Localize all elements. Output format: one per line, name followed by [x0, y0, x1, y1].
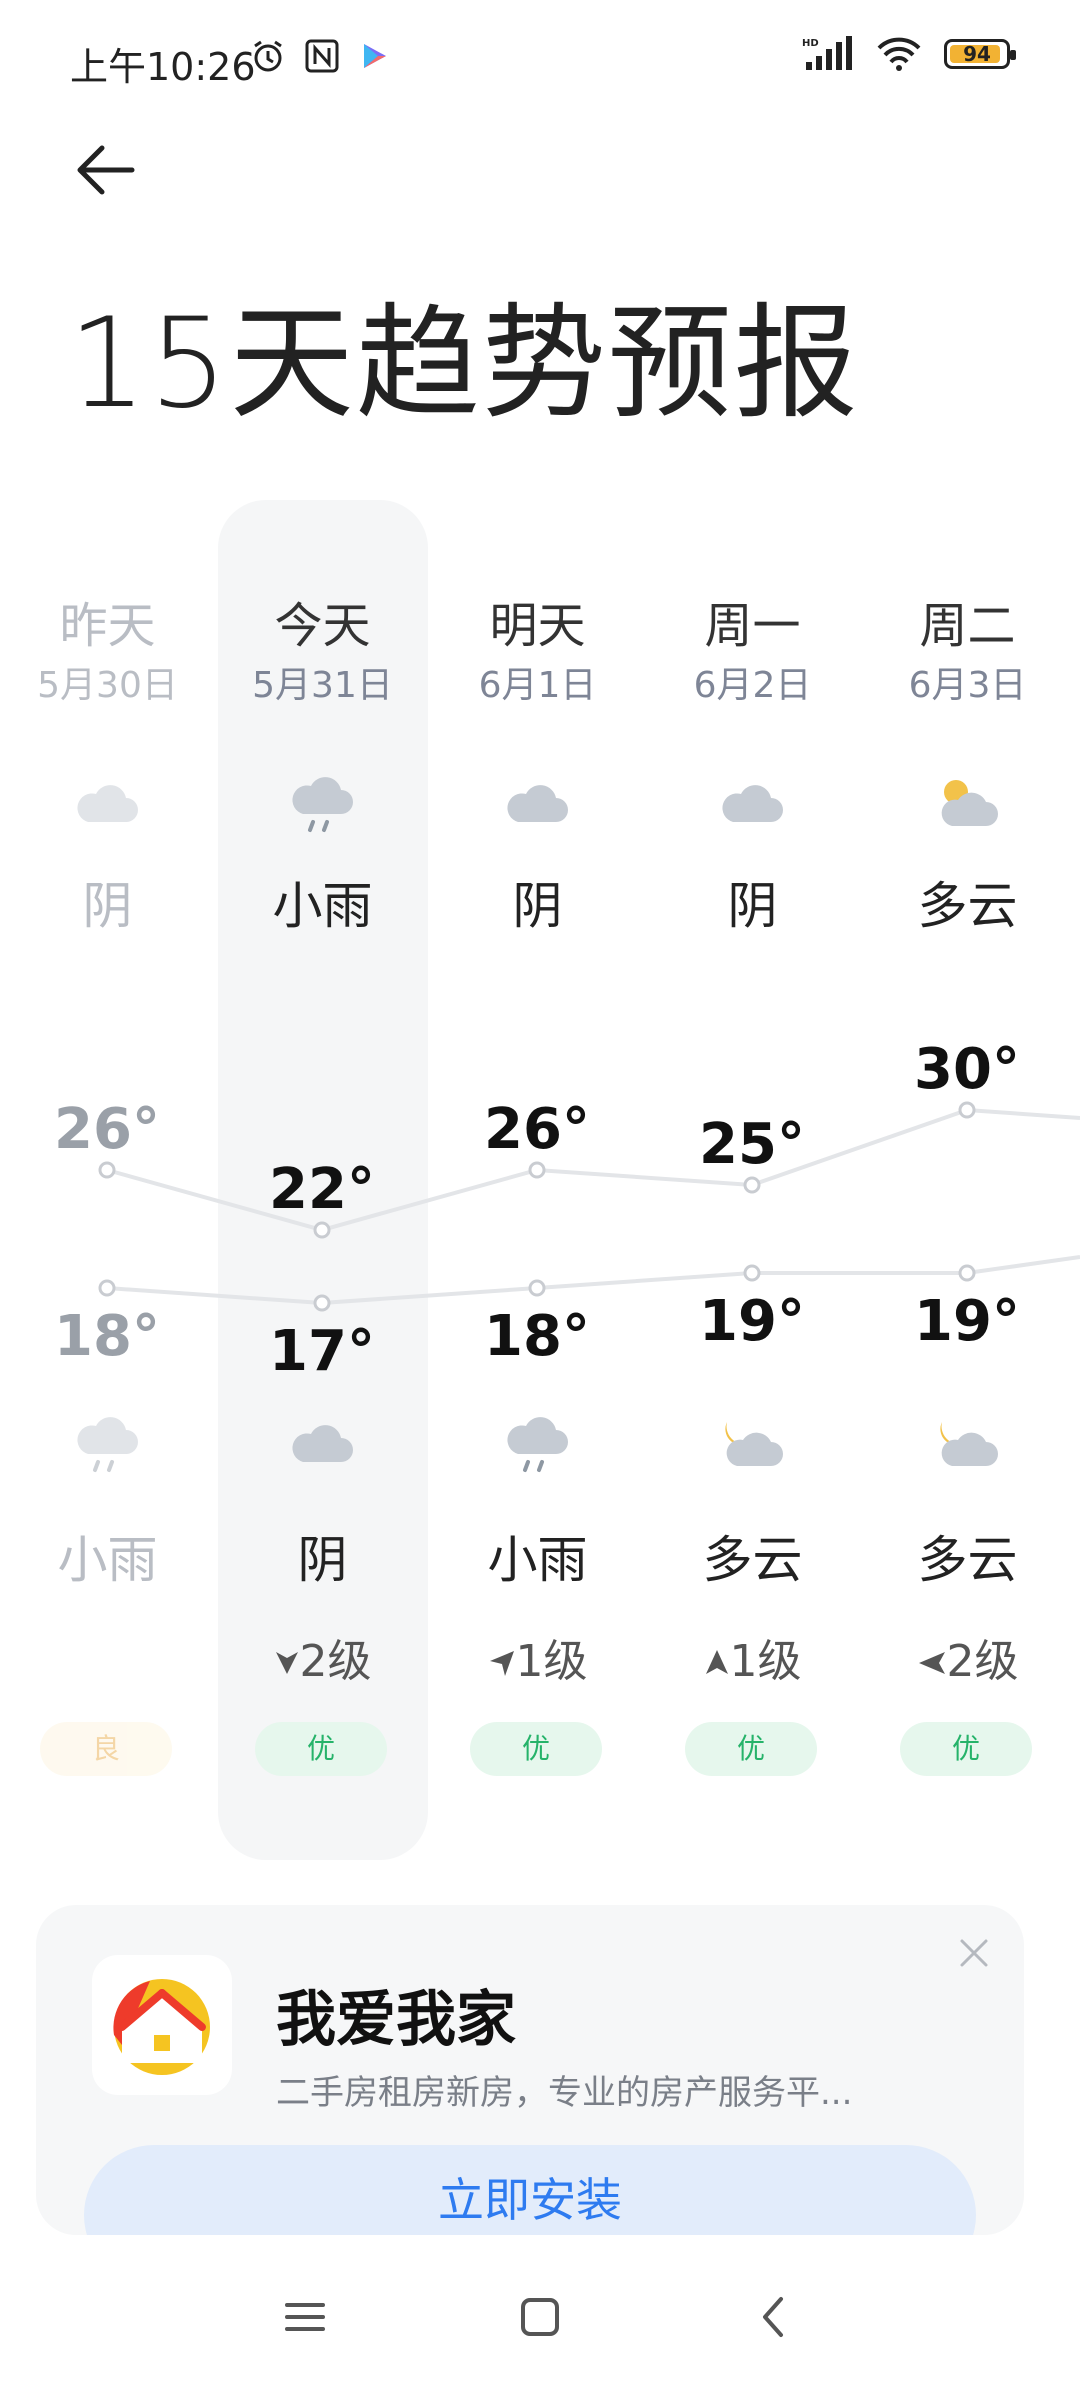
app-description: 二手房租房新房，专业的房产服务平... [276, 2073, 853, 2113]
aqi-badge: 优 [470, 1722, 602, 1776]
day-condition: 阴 [727, 877, 778, 935]
night-condition: 小雨 [487, 1531, 588, 1589]
aqi-badge: 良 [40, 1722, 172, 1776]
forecast-day-yesterday[interactable]: 昨天 5月30日 阴 小雨 良 [0, 500, 215, 1870]
day-label: 明天 [489, 598, 586, 654]
night-condition: 多云 [917, 1531, 1018, 1589]
forecast-panel[interactable]: 昨天 5月30日 阴 小雨 良 今天 5月31日 小雨 阴 2级 优 明天 6月… [0, 500, 1080, 1870]
cloud-icon [292, 1425, 353, 1462]
forecast-day-tuesday[interactable]: 周二 6月3日 多云 多云 2级 优 [860, 500, 1075, 1870]
moon-cloud-icon [940, 1422, 998, 1466]
rain-cloud-icon [292, 777, 353, 832]
forecast-day-tomorrow[interactable]: 明天 6月1日 阴 小雨 1级 优 [430, 500, 645, 1870]
night-condition: 阴 [297, 1531, 348, 1589]
app-name: 我爱我家 [276, 1985, 516, 2055]
wind-direction-icon [918, 1652, 945, 1674]
system-nav-bar [0, 2235, 1080, 2400]
battery-indicator: 94 [944, 39, 1016, 69]
wind-direction-icon [275, 1652, 298, 1674]
forecast-day-today[interactable]: 今天 5月31日 小雨 阴 2级 优 [215, 500, 430, 1870]
rain-cloud-icon [77, 1417, 138, 1472]
date-label: 6月3日 [908, 665, 1027, 706]
day-label: 昨天 [59, 598, 156, 654]
date-label: 5月31日 [252, 665, 393, 706]
wind-level: 2级 [860, 1625, 1075, 1689]
page-title: 15天趋势预报 [68, 292, 860, 436]
home-icon[interactable] [510, 2287, 570, 2347]
wifi-icon [877, 37, 921, 71]
sun-cloud-icon [941, 780, 998, 826]
alarm-icon [254, 40, 282, 72]
play-store-icon [364, 44, 386, 68]
wind-direction-icon [489, 1651, 514, 1676]
app-ad-card[interactable]: 我爱我家 二手房租房新房，专业的房产服务平... 立即安装 [36, 1905, 1024, 2235]
install-button[interactable]: 立即安装 [84, 2145, 976, 2235]
rain-cloud-icon [507, 1417, 568, 1472]
status-time: 上午10:26 [70, 45, 256, 89]
day-label: 周一 [704, 598, 801, 654]
date-label: 6月2日 [693, 665, 812, 706]
date-label: 6月1日 [478, 665, 597, 706]
menu-icon[interactable] [275, 2287, 335, 2347]
svg-text:HD: HD [802, 38, 819, 49]
day-label: 周二 [919, 598, 1016, 654]
battery-level: 94 [963, 42, 991, 66]
aqi-badge: 优 [685, 1722, 817, 1776]
signal-icon: HD [802, 36, 852, 70]
app-logo [92, 1955, 232, 2095]
cloud-icon [507, 785, 568, 822]
day-condition: 阴 [82, 877, 133, 935]
day-condition: 阴 [512, 877, 563, 935]
moon-cloud-icon [725, 1422, 783, 1466]
wind-level: 1级 [645, 1625, 860, 1689]
aqi-badge: 优 [255, 1722, 387, 1776]
back-arrow-icon[interactable] [70, 135, 140, 205]
wind-level: 1级 [430, 1625, 645, 1689]
back-nav-icon[interactable] [745, 2287, 805, 2347]
cloud-icon [722, 785, 783, 822]
status-bar: 上午10:26 HD 94 [0, 0, 1080, 110]
day-label: 今天 [274, 598, 371, 654]
nfc-icon [305, 39, 339, 73]
forecast-day-monday[interactable]: 周一 6月2日 阴 多云 1级 优 [645, 500, 860, 1870]
house-logo-icon [113, 1979, 210, 2075]
day-condition: 多云 [917, 877, 1018, 935]
night-condition: 小雨 [57, 1531, 158, 1589]
wind-direction-icon [705, 1650, 728, 1674]
date-label: 5月30日 [37, 665, 178, 706]
day-condition: 小雨 [272, 877, 373, 935]
wind-level: 2级 [215, 1625, 430, 1689]
night-condition: 多云 [702, 1531, 803, 1589]
aqi-badge: 优 [900, 1722, 1032, 1776]
close-icon[interactable] [954, 1933, 994, 1973]
cloud-icon [77, 785, 138, 822]
